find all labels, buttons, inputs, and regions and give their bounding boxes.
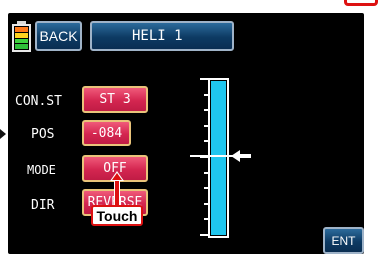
- dir-label: DIR: [31, 198, 55, 213]
- battery-icon: [12, 21, 31, 52]
- left-arrow-icon: [231, 150, 251, 162]
- ent-button-label: ENT: [331, 233, 356, 248]
- battery-cell: [15, 44, 28, 49]
- battery-cell: [15, 27, 28, 32]
- pointer-triangle-icon: [0, 129, 6, 139]
- con-st-label: CON.ST: [15, 94, 62, 109]
- con-st-value: ST 3: [99, 92, 131, 107]
- con-st-button[interactable]: ST 3: [82, 86, 148, 113]
- mode-label: MODE: [27, 163, 56, 177]
- model-title: HELI 1: [132, 28, 183, 44]
- gauge-fill: [211, 81, 226, 235]
- servo-gauge: [208, 78, 229, 238]
- touch-arrow-icon: [110, 171, 124, 181]
- pos-value: -084: [90, 125, 123, 141]
- corner-frame-marker: [344, 0, 378, 6]
- touch-callout-stem: [114, 181, 120, 206]
- battery-cell: [15, 38, 28, 44]
- touch-callout-label: Touch: [91, 205, 143, 226]
- ent-button[interactable]: ENT: [323, 227, 364, 254]
- pos-button[interactable]: -084: [82, 120, 131, 146]
- back-button[interactable]: BACK: [35, 21, 82, 51]
- model-title-bar: HELI 1: [90, 21, 234, 51]
- back-button-label: BACK: [39, 28, 78, 44]
- battery-cell: [15, 32, 28, 38]
- gauge-center-line: [190, 155, 234, 157]
- pos-label: POS: [31, 127, 55, 142]
